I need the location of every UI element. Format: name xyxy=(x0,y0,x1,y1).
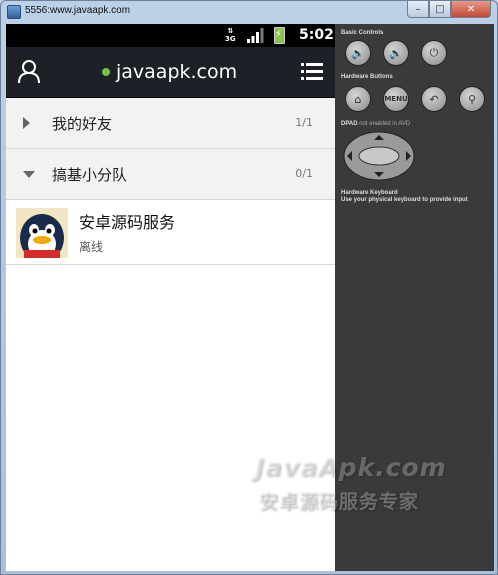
window-titlebar[interactable]: 5556:www.javaapk.com – □ ✕ xyxy=(1,1,497,23)
dpad-control[interactable] xyxy=(343,131,415,181)
avatar xyxy=(16,208,68,258)
app-icon xyxy=(7,5,21,19)
network-indicator: ⇅ 3G xyxy=(225,27,236,43)
title-area: javaapk.com xyxy=(102,61,237,83)
back-icon[interactable]: ↶ xyxy=(421,86,447,112)
dpad-title: DPAD xyxy=(341,121,358,127)
group-row-squad[interactable]: 搞基小分队 0/1 xyxy=(6,149,335,200)
clock: 5:02 xyxy=(299,27,334,43)
close-button[interactable]: ✕ xyxy=(451,1,491,18)
group-name: 搞基小分队 xyxy=(52,166,128,184)
menu-button[interactable]: MENU xyxy=(383,86,409,112)
friend-status: 离线 xyxy=(79,240,104,254)
online-status-icon xyxy=(102,68,110,76)
power-icon[interactable]: ⏻ xyxy=(421,40,447,66)
hardware-keyboard-note: Use your physical keyboard to provide in… xyxy=(341,197,468,203)
window-title: 5556:www.javaapk.com xyxy=(25,5,131,16)
expanded-arrow-icon xyxy=(23,171,35,178)
status-bar: ⇅ 3G 5:02 xyxy=(6,24,335,47)
maximize-button[interactable]: □ xyxy=(429,1,451,18)
penguin-avatar-icon xyxy=(16,208,68,258)
group-name: 我的好友 xyxy=(52,115,113,133)
home-icon[interactable]: ⌂ xyxy=(345,86,371,112)
arrows-icon: ⇅ xyxy=(227,27,234,35)
basic-controls-label: Basic Controls xyxy=(341,30,384,36)
collapsed-arrow-icon xyxy=(23,117,30,129)
window-controls: – □ ✕ xyxy=(407,1,491,18)
search-icon[interactable]: ⚲ xyxy=(459,86,485,112)
watermark-slogan: 安卓源码服务专家 xyxy=(259,491,420,513)
hardware-keyboard-label: Hardware Keyboard xyxy=(341,190,398,196)
network-type: 3G xyxy=(225,35,236,43)
dpad-label: DPAD not enabled in AVD xyxy=(341,121,410,127)
friend-list-item[interactable]: 安卓源码服务 离线 xyxy=(6,200,335,265)
list-menu-icon[interactable] xyxy=(301,63,323,81)
group-row-friends[interactable]: 我的好友 1/1 xyxy=(6,98,335,149)
group-online-count: 1/1 xyxy=(295,116,313,129)
friend-name: 安卓源码服务 xyxy=(79,213,176,232)
emulator-window: 5556:www.javaapk.com – □ ✕ ⇅ 3G 5:02 xyxy=(0,0,498,575)
volume-down-icon[interactable]: 🔈 xyxy=(345,40,371,66)
minimize-button[interactable]: – xyxy=(407,1,429,18)
signal-icon xyxy=(247,28,264,43)
battery-icon xyxy=(274,27,285,44)
user-icon[interactable] xyxy=(17,59,41,83)
watermark-domain: JavaApk.com xyxy=(255,453,447,482)
action-bar: javaapk.com xyxy=(6,47,335,98)
hardware-buttons-label: Hardware Buttons xyxy=(341,74,393,80)
group-online-count: 0/1 xyxy=(295,167,313,180)
volume-up-icon[interactable]: 🔊 xyxy=(383,40,409,66)
dpad-note: not enabled in AVD xyxy=(359,121,411,127)
app-title: javaapk.com xyxy=(116,61,238,83)
